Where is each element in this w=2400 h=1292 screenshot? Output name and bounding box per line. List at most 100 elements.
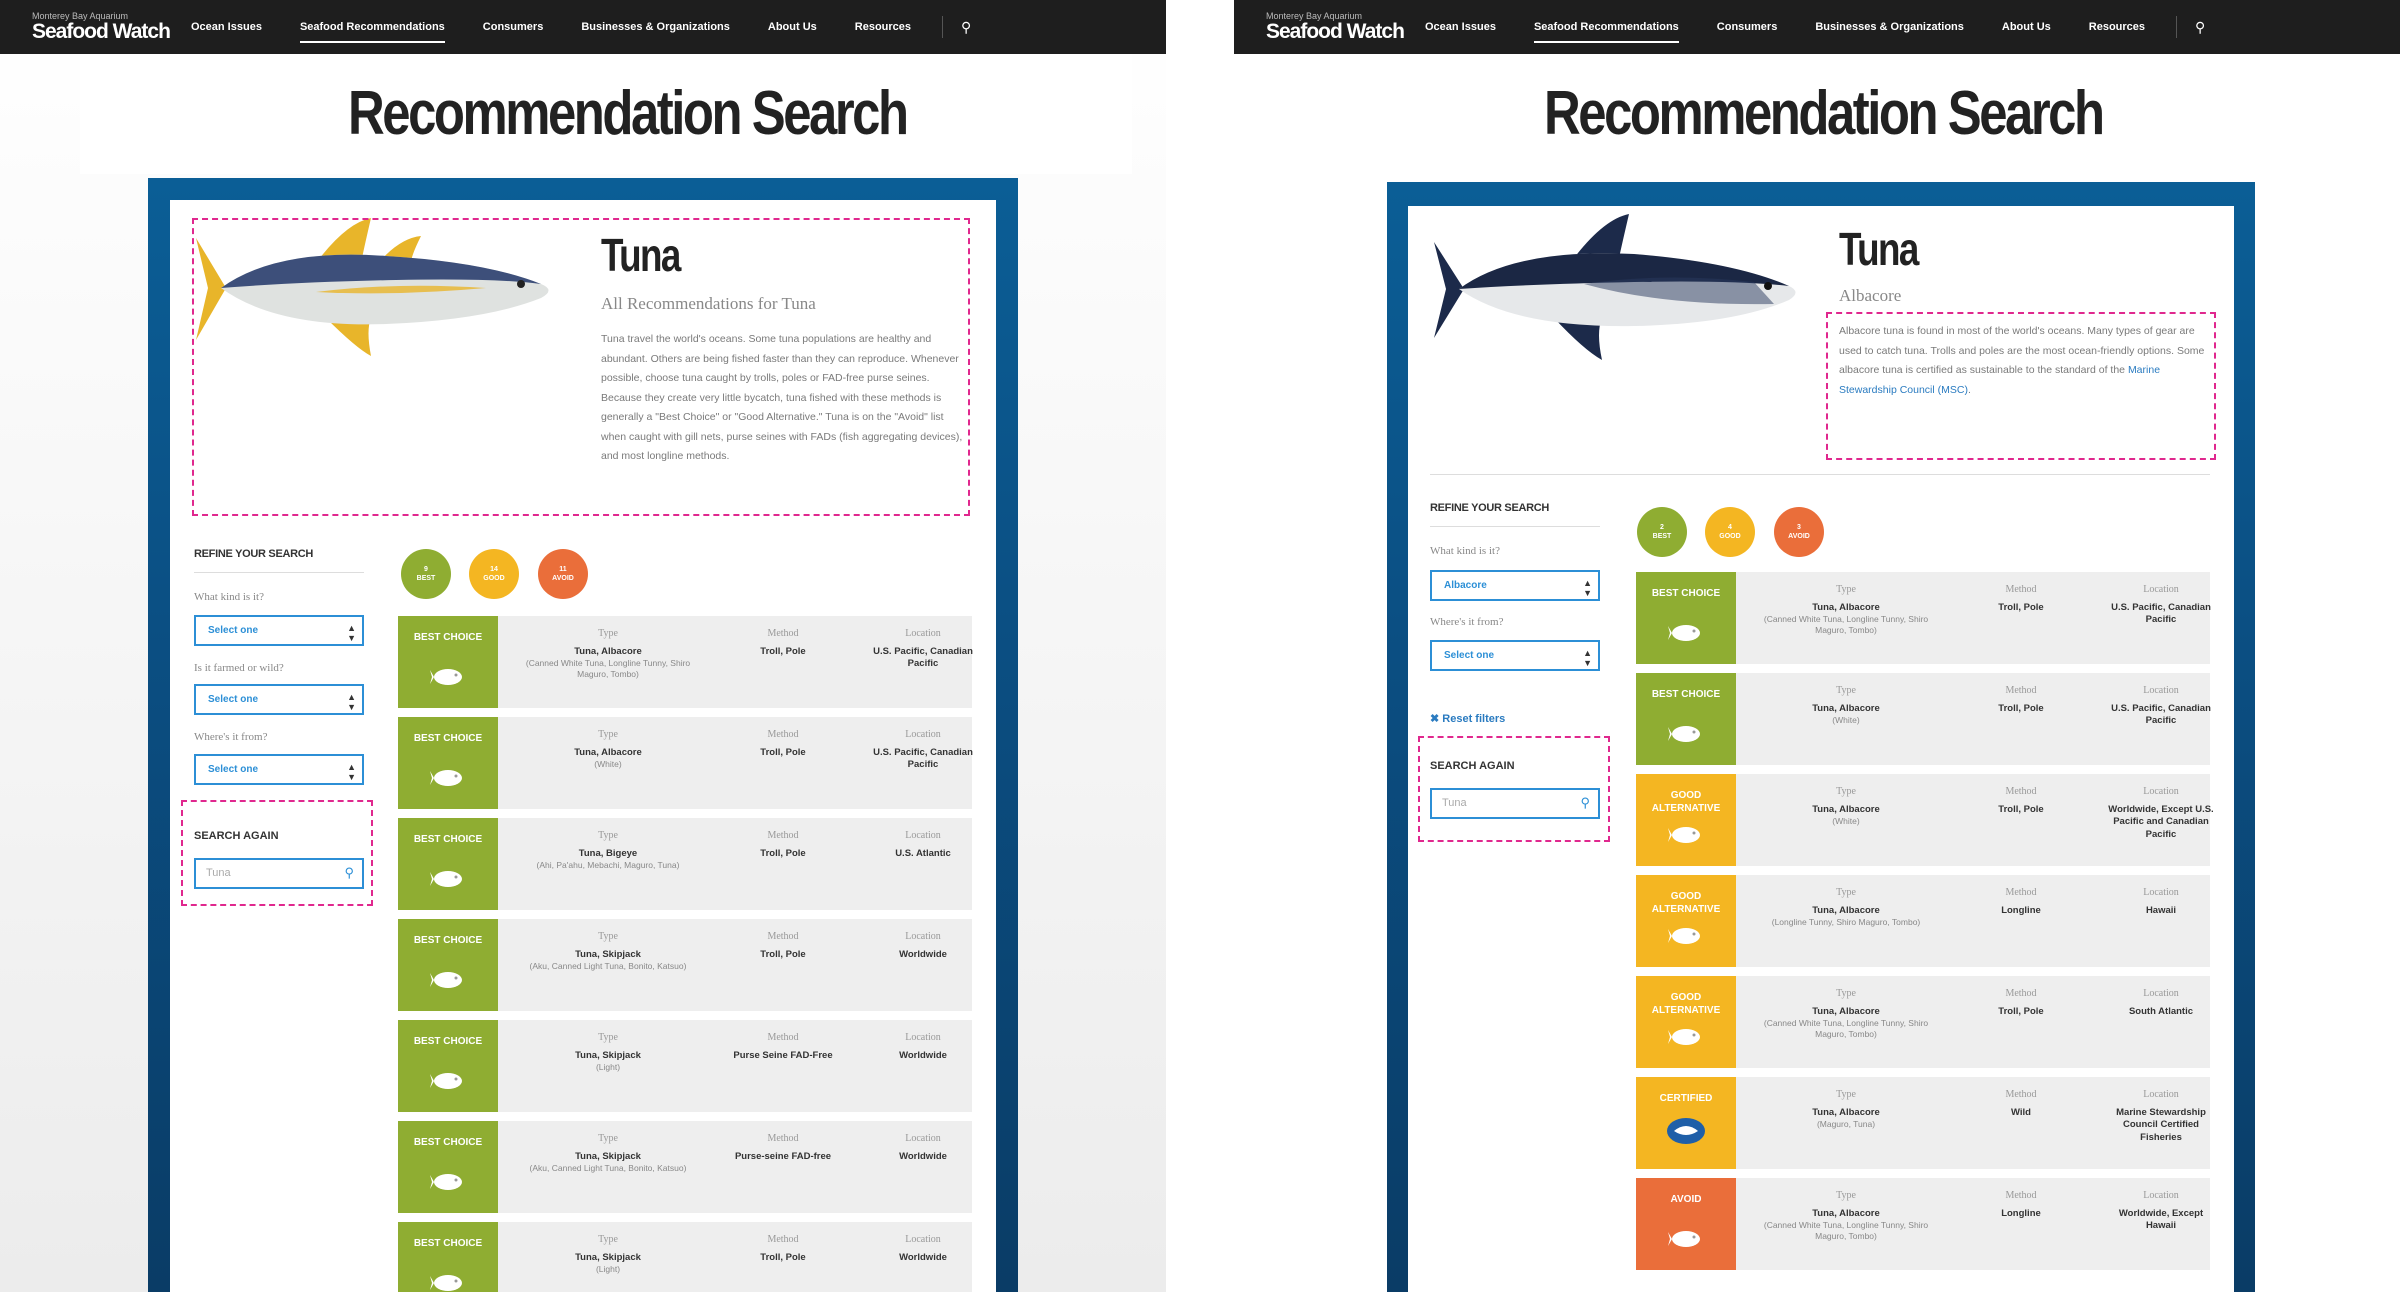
type-column: Type Tuna, Albacore (Canned White Tuna, Lo…: [1763, 988, 1929, 1040]
location-column: Location Worldwide, Except U.S. Pacific a…: [2108, 786, 2214, 840]
method-column: Method Troll, Pole: [1998, 584, 2044, 613]
select-kind[interactable]: Albacore ▲ ▼: [1430, 570, 1600, 601]
field-label-farmed: Is it farmed or wild?: [194, 662, 284, 674]
nav-item-businesses[interactable]: Businesses & Organizations: [562, 21, 749, 33]
nav-item-ocean-issues[interactable]: Ocean Issues: [172, 21, 281, 33]
best-count-badge[interactable]: 9 BEST: [401, 549, 451, 599]
recommendation-row[interactable]: GOOD ALTERNATIVE Type Tuna, Albacore (White…: [1636, 774, 2214, 866]
nav-item-consumers[interactable]: Consumers: [464, 21, 563, 33]
recommendation-row[interactable]: BEST CHOICE Type Tuna, Skipjack (Light) Meth…: [398, 1020, 972, 1112]
method-column: Method Wild: [2005, 1089, 2037, 1118]
recommendation-row[interactable]: GOOD ALTERNATIVE Type Tuna, Albacore (Canne…: [1636, 976, 2210, 1068]
species-name: Tuna: [1839, 223, 1919, 275]
rating-badge: BEST CHOICE: [398, 616, 498, 708]
highlight-search-box: [1418, 736, 1610, 842]
nav-divider: [942, 16, 944, 38]
type-column: Type Tuna, Albacore (White): [1812, 786, 1880, 827]
highlight-description-box: [1826, 312, 2216, 460]
recommendation-row[interactable]: BEST CHOICE Type Tuna, Bigeye (Ahi, Pa'ahu,…: [398, 818, 972, 910]
avoid-count-badge[interactable]: 3 AVOID: [1774, 507, 1824, 557]
close-icon: ✖: [1430, 713, 1443, 725]
type-column: Type Tuna, Albacore (Maguro, Tuna): [1812, 1089, 1880, 1130]
fish-icon: [1668, 1231, 1700, 1247]
nav-item-about-us[interactable]: About Us: [749, 21, 836, 33]
field-label-kind: What kind is it?: [194, 591, 264, 603]
nav-item-businesses[interactable]: Businesses & Organizations: [1796, 21, 1983, 33]
right-screenshot: Monterey Bay Aquarium Seafood Watch Ocea…: [1234, 0, 2400, 1292]
recommendation-row[interactable]: BEST CHOICE Type Tuna, Albacore (White) Meth…: [1636, 673, 2211, 765]
nav-item-seafood-recommendations[interactable]: Seafood Recommendations: [281, 21, 464, 43]
location-column: Location Hawaii: [2143, 887, 2179, 916]
recommendation-row[interactable]: BEST CHOICE Type Tuna, Albacore (Canned Whi…: [398, 616, 973, 708]
method-column: Method Longline: [2001, 1190, 2041, 1219]
search-icon[interactable]: ⚲: [2195, 19, 2205, 36]
nav-item-seafood-recommendations[interactable]: Seafood Recommendations: [1515, 21, 1698, 43]
recommendation-row[interactable]: BEST CHOICE Type Tuna, Skipjack (Aku, Canne…: [398, 919, 972, 1011]
select-origin[interactable]: Select one ▲ ▼: [1430, 640, 1600, 671]
top-navbar: Monterey Bay Aquarium Seafood Watch Ocea…: [0, 0, 1166, 54]
location-column: Location Marine Stewardship Council Certi…: [2116, 1089, 2206, 1143]
nav-item-consumers[interactable]: Consumers: [1698, 21, 1797, 33]
location-column: Location Worldwide, Except Hawaii: [2118, 1190, 2204, 1232]
recommendation-row[interactable]: CERTIFIED Type Tuna, Albacore (Maguro, Tuna…: [1636, 1077, 2210, 1169]
method-column: Method Longline: [2001, 887, 2041, 916]
type-column: Type Tuna, Albacore (Canned White Tuna, Lo…: [1763, 584, 1929, 636]
chevron-down-icon: ▲ ▼: [1583, 648, 1592, 668]
location-column: Location Worldwide: [899, 1234, 947, 1263]
rating-badge: BEST CHOICE: [398, 717, 498, 809]
location-column: Location U.S. Pacific, Canadian Pacific: [873, 628, 973, 670]
left-screenshot: Monterey Bay Aquarium Seafood Watch Ocea…: [0, 0, 1166, 1292]
nav-item-resources[interactable]: Resources: [2070, 21, 2164, 33]
field-label-origin: Where's it from?: [1430, 616, 1504, 628]
fish-icon: [1668, 1029, 1700, 1045]
recommendation-row[interactable]: BEST CHOICE Type Tuna, Albacore (White) Meth…: [398, 717, 973, 809]
avoid-count-badge[interactable]: 11 AVOID: [538, 549, 588, 599]
seafood-watch-logo[interactable]: Monterey Bay Aquarium Seafood Watch: [32, 12, 172, 43]
fish-icon: [430, 871, 462, 887]
rating-badge: AVOID: [1636, 1178, 1736, 1270]
method-column: Method Troll, Pole: [760, 830, 806, 859]
select-origin[interactable]: Select one ▲ ▼: [194, 754, 364, 785]
recommendation-row[interactable]: BEST CHOICE Type Tuna, Skipjack (Aku, Canne…: [398, 1121, 972, 1213]
method-column: Method Troll, Pole: [1998, 685, 2044, 714]
location-column: Location U.S. Pacific, Canadian Pacific: [873, 729, 973, 771]
type-column: Type Tuna, Skipjack (Aku, Canned Light Tun…: [529, 931, 687, 972]
nav-item-ocean-issues[interactable]: Ocean Issues: [1406, 21, 1515, 33]
fish-icon: [1668, 726, 1700, 742]
fish-icon: [1668, 625, 1700, 641]
search-icon[interactable]: ⚲: [961, 19, 971, 36]
recommendation-row[interactable]: AVOID Type Tuna, Albacore (Canned White Tun…: [1636, 1178, 2210, 1270]
albacore-tuna-illustration: [1434, 214, 1796, 360]
fish-icon: [430, 972, 462, 988]
location-column: Location U.S. Pacific, Canadian Pacific: [2111, 584, 2211, 626]
best-count-badge[interactable]: 2 BEST: [1637, 507, 1687, 557]
recommendation-row[interactable]: GOOD ALTERNATIVE Type Tuna, Albacore (Longl…: [1636, 875, 2210, 967]
reset-filters-link[interactable]: ✖ Reset filters: [1430, 712, 1505, 725]
fish-icon: [430, 1174, 462, 1190]
fish-icon: [1668, 827, 1700, 843]
method-column: Method Troll, Pole: [760, 931, 806, 960]
top-navbar: Monterey Bay Aquarium Seafood Watch Ocea…: [1234, 0, 2400, 54]
refine-divider: [1430, 526, 1600, 527]
nav-item-resources[interactable]: Resources: [836, 21, 930, 33]
msc-certified-icon: [1667, 1118, 1705, 1144]
type-column: Type Tuna, Skipjack (Light): [575, 1234, 641, 1275]
select-kind[interactable]: Select one ▲ ▼: [194, 615, 364, 646]
field-label-kind: What kind is it?: [1430, 545, 1500, 557]
type-column: Type Tuna, Albacore (Canned White Tuna, Lo…: [525, 628, 691, 680]
recommendation-row[interactable]: BEST CHOICE Type Tuna, Albacore (Canned Whi…: [1636, 572, 2211, 664]
select-farmed-wild[interactable]: Select one ▲ ▼: [194, 684, 364, 715]
refine-divider: [194, 572, 364, 573]
type-column: Type Tuna, Skipjack (Light): [575, 1032, 641, 1073]
recommendation-row[interactable]: BEST CHOICE Type Tuna, Skipjack (Light) Meth…: [398, 1222, 972, 1292]
fish-icon: [430, 1073, 462, 1089]
type-column: Type Tuna, Albacore (White): [1812, 685, 1880, 726]
good-count-badge[interactable]: 4 GOOD: [1705, 507, 1755, 557]
location-column: Location U.S. Pacific, Canadian Pacific: [2111, 685, 2211, 727]
seafood-watch-logo[interactable]: Monterey Bay Aquarium Seafood Watch: [1266, 12, 1406, 43]
refine-search-title: REFINE YOUR SEARCH: [1430, 502, 1550, 514]
rating-badge: BEST CHOICE: [1636, 572, 1736, 664]
nav-divider: [2176, 16, 2178, 38]
nav-item-about-us[interactable]: About Us: [1983, 21, 2070, 33]
good-count-badge[interactable]: 14 GOOD: [469, 549, 519, 599]
